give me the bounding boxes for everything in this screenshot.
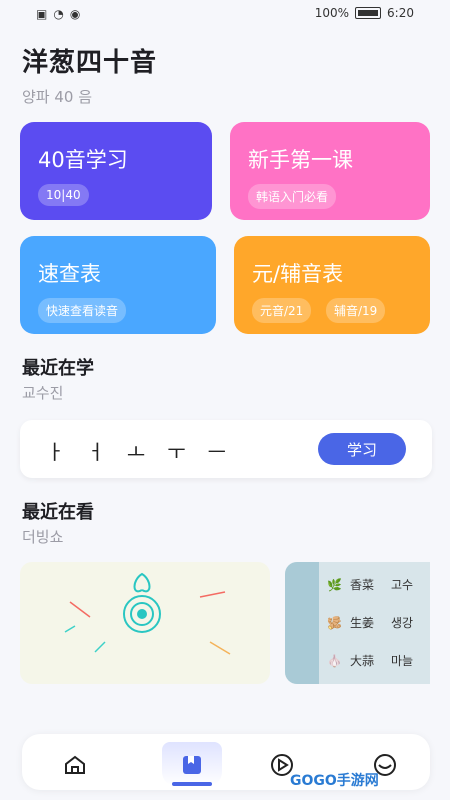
battery-icon xyxy=(355,7,382,19)
card-40-sound-study[interactable]: 40音学习 10|40 xyxy=(20,122,212,220)
garlic-icon: 🧄 xyxy=(327,653,342,668)
video-thumbnail-1[interactable] xyxy=(20,562,270,684)
recent-watch-title: 最近在看 xyxy=(22,502,94,523)
vowel-count-chip: 元音/21 xyxy=(252,298,312,323)
vowel-item: ㅏ xyxy=(46,440,65,464)
wifi-icon: ◔ xyxy=(53,7,64,21)
video-side-strip xyxy=(285,562,319,684)
recent-study-title: 最近在学 xyxy=(22,358,94,379)
vocab-row: 🌿 香菜 고수 xyxy=(327,576,413,593)
vocab-row: 🫚 生姜 생강 xyxy=(327,614,413,631)
video-thumbnail-2[interactable]: 🌿 香菜 고수 🫚 生姜 생강 🧄 大蒜 마늘 xyxy=(285,562,430,684)
card-vowel-consonant-table[interactable]: 元/辅音表 元音/21 辅音/19 xyxy=(234,236,430,334)
vocab-zh: 生姜 xyxy=(349,616,374,630)
consonant-count-chip: 辅音/19 xyxy=(326,298,386,323)
card-chip: 韩语入门必看 xyxy=(248,184,337,209)
card-quick-lookup[interactable]: 速查表 快速查看读音 xyxy=(20,236,216,334)
vowel-item: ㅡ xyxy=(207,440,227,464)
recent-watch-subtitle: 더빙쇼 xyxy=(22,528,64,546)
clock: 6:20 xyxy=(387,6,414,20)
vowel-item: ㅓ xyxy=(86,440,105,464)
vocab-row: 🧄 大蒜 마늘 xyxy=(327,652,413,669)
study-icon[interactable] xyxy=(179,752,205,778)
onion-logo-icon xyxy=(64,572,231,655)
status-bar: ▣ ◔ ◉ 100% 6:20 xyxy=(0,0,450,28)
battery-percent: 100% xyxy=(314,6,350,20)
watermark: GOGO手游网 xyxy=(290,773,379,789)
card-chip: 快速查看读音 xyxy=(38,298,127,323)
vocab-zh: 大蒜 xyxy=(349,654,374,668)
vowel-item: ㅜ xyxy=(167,440,186,464)
vowel-list: ㅏ ㅓ ㅗ ㅜ ㅡ xyxy=(46,436,226,465)
vocab-kr: 고수 xyxy=(391,578,414,592)
signal-icon: ◉ xyxy=(69,7,81,21)
status-right: 100% 6:20 xyxy=(315,6,414,20)
vocab-zh: 香菜 xyxy=(349,578,374,592)
card-title: 速查表 xyxy=(38,262,101,286)
card-title: 元/辅音表 xyxy=(252,262,344,286)
vocab-kr: 생강 xyxy=(391,616,414,630)
recent-study-card[interactable]: ㅏ ㅓ ㅗ ㅜ ㅡ 学习 xyxy=(20,420,432,478)
card-beginner-lesson[interactable]: 新手第一课 韩语入门必看 xyxy=(230,122,430,220)
card-title: 40音学习 xyxy=(38,148,128,172)
tab-active-indicator xyxy=(172,782,212,786)
vocab-kr: 마늘 xyxy=(391,654,414,668)
card-title: 新手第一课 xyxy=(248,148,353,172)
vowel-item: ㅗ xyxy=(126,440,146,464)
page-title: 洋葱四十音 xyxy=(22,48,158,78)
home-icon[interactable] xyxy=(62,752,88,778)
page-subtitle: 양파 40 음 xyxy=(22,88,93,106)
notification-icon: ▣ xyxy=(36,7,48,21)
study-button[interactable]: 学习 xyxy=(318,433,406,465)
cilantro-icon: 🌿 xyxy=(327,577,342,592)
status-left-icons: ▣ ◔ ◉ xyxy=(36,7,80,21)
recent-study-subtitle: 교수진 xyxy=(22,384,64,402)
progress-chip: 10|40 xyxy=(38,184,89,206)
ginger-icon: 🫚 xyxy=(327,615,342,630)
